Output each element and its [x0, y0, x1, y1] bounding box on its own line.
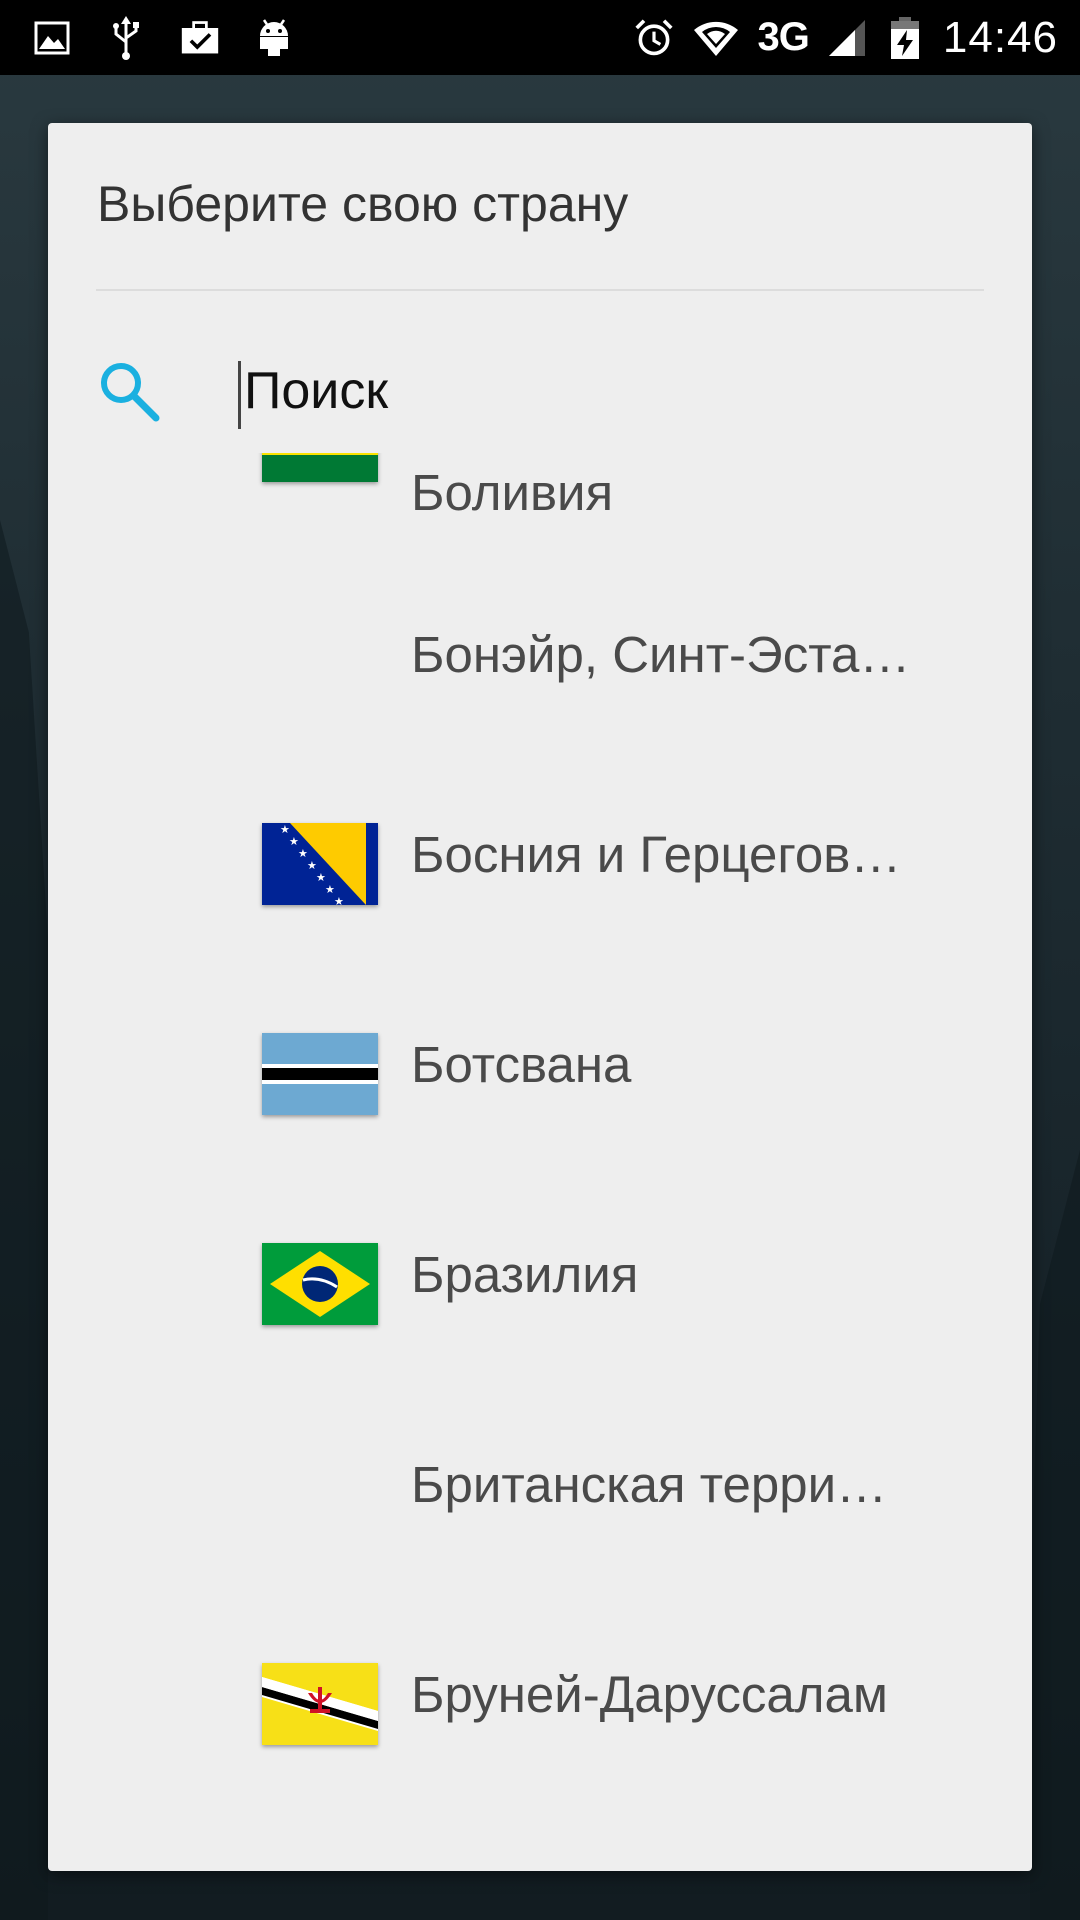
country-picker-dialog: Выберите свою страну Боливия Бонэйр, Син… — [48, 123, 1032, 1871]
background-trees-left — [0, 520, 48, 1920]
svg-text:★: ★ — [334, 895, 344, 905]
wifi-icon — [692, 18, 740, 58]
status-bar: 3G 14:46 — [0, 0, 1080, 75]
country-name: Британская терри… — [411, 1456, 888, 1513]
bolivia-flag-icon — [262, 453, 378, 482]
country-name: Бруней-Даруссалам — [411, 1666, 888, 1723]
usb-icon — [106, 15, 146, 60]
list-item[interactable]: Британская терри… — [48, 1403, 1032, 1613]
list-item[interactable]: Боливия — [48, 453, 1032, 563]
brunei-flag-icon — [262, 1663, 378, 1745]
search-bar — [96, 343, 984, 433]
search-icon[interactable] — [96, 358, 162, 424]
clock: 14:46 — [942, 12, 1058, 62]
list-item[interactable]: Бруней-Даруссалам — [48, 1613, 1032, 1823]
country-name: Бонэйр, Синт-Эста… — [411, 626, 911, 683]
dialog-title: Выберите свою страну — [97, 176, 629, 232]
alarm-icon — [634, 18, 674, 58]
country-name: Ботсвана — [411, 1036, 632, 1093]
brazil-flag-icon — [262, 1243, 378, 1325]
list-item[interactable]: ★ ★ ★ ★ ★ ★ ★ Босния и Герцегов… — [48, 773, 1032, 983]
country-name: Босния и Герцегов… — [411, 826, 902, 883]
briefcase-check-icon — [180, 18, 220, 58]
background-trees-right — [1030, 1150, 1080, 1920]
bosnia-flag-icon: ★★★★★★★ — [262, 823, 378, 905]
list-item[interactable]: Бонэйр, Синт-Эста… — [48, 563, 1032, 773]
network-type: 3G — [757, 15, 810, 59]
android-icon — [254, 18, 294, 58]
image-icon — [32, 18, 72, 58]
botswana-flag-icon — [262, 1033, 378, 1115]
title-divider — [96, 289, 984, 291]
country-name: Боливия — [411, 464, 614, 521]
battery-charging-icon — [885, 16, 925, 59]
search-input[interactable] — [238, 351, 944, 431]
country-list[interactable]: Боливия Бонэйр, Синт-Эста… ★ ★ ★ ★ ★ ★ ★ Босни… — [48, 453, 1032, 1871]
signal-icon — [827, 18, 867, 58]
list-item[interactable]: Бразилия — [48, 1193, 1032, 1403]
country-name: Бразилия — [411, 1246, 639, 1303]
list-item[interactable]: Ботсвана — [48, 983, 1032, 1193]
